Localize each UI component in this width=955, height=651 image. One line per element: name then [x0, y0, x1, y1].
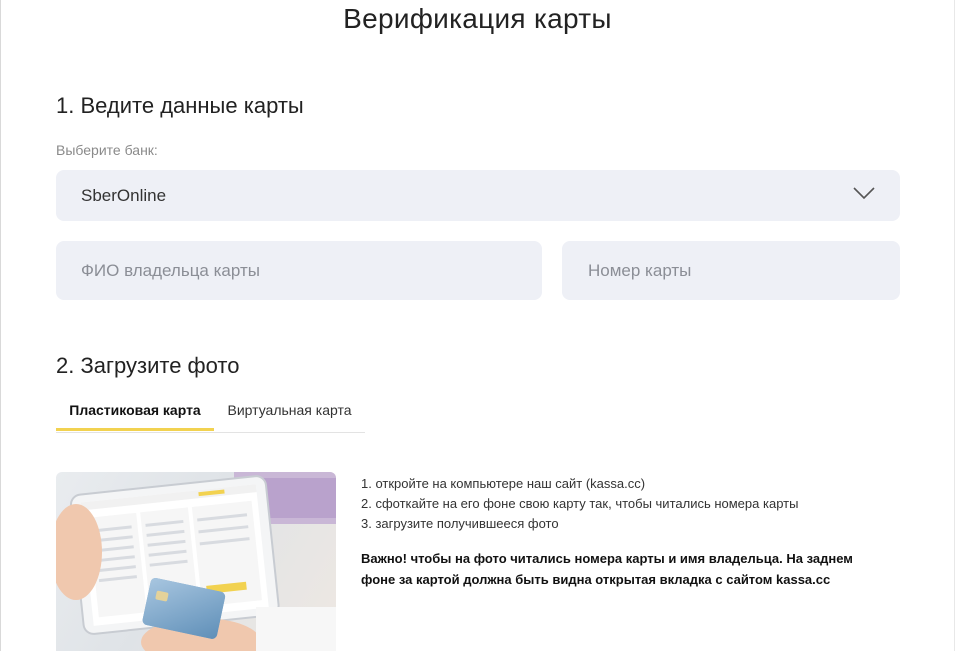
bank-label: Выберите банк: — [56, 142, 158, 158]
important-note: Важно! чтобы на фото читались номера кар… — [361, 548, 881, 590]
tab-plastic-card[interactable]: Пластиковая карта — [56, 394, 214, 431]
bank-select-value: SberOnline — [81, 185, 167, 205]
cardholder-name-field[interactable] — [56, 241, 542, 300]
tab-virtual-card[interactable]: Виртуальная карта — [214, 394, 365, 431]
instruction-item: 1. откройте на компьютере наш сайт (kass… — [361, 476, 646, 491]
bank-select[interactable]: SberOnline — [56, 170, 900, 221]
page-left-border — [0, 0, 1, 651]
important-note-line: Важно! чтобы на фото читались номера кар… — [361, 551, 853, 566]
card-number-input[interactable] — [586, 259, 873, 282]
chevron-down-icon[interactable] — [853, 186, 875, 200]
card-number-field[interactable] — [562, 241, 900, 300]
photo-type-tabs: Пластиковая карта Виртуальная карта — [56, 394, 365, 433]
instructions-list: 1. откройте на компьютере наш сайт (kass… — [361, 474, 798, 534]
page-title: Верификация карты — [343, 3, 612, 34]
important-note-line: фоне за картой должна быть видна открыта… — [361, 572, 831, 587]
step1-title: 1. Ведите данные карты — [56, 93, 304, 118]
example-photo — [56, 472, 336, 651]
step2-title: 2. Загрузите фото — [56, 353, 240, 378]
instruction-item: 2. сфоткайте на его фоне свою карту так,… — [361, 496, 799, 511]
example-photo-illustration — [56, 472, 336, 651]
instruction-item: 3. загрузите получившееся фото — [361, 516, 559, 531]
cardholder-name-input[interactable] — [79, 259, 500, 282]
